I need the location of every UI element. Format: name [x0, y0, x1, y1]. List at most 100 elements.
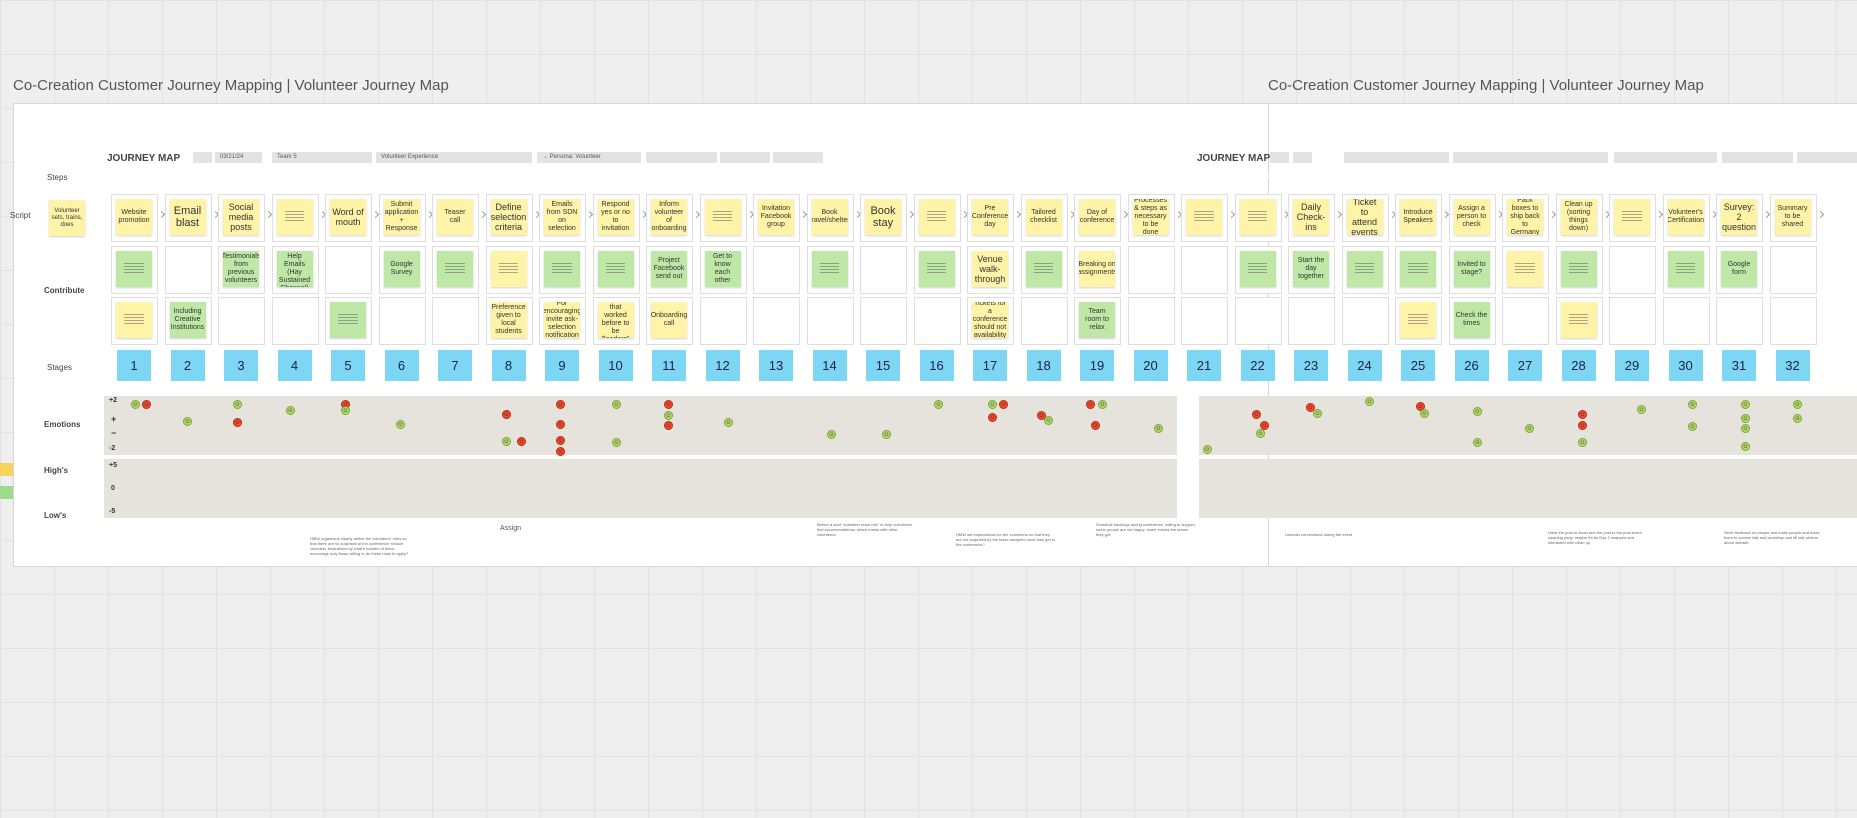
contribute-sticky[interactable]: Get to know each other: [704, 251, 741, 287]
offscreen-sticky[interactable]: [0, 463, 13, 476]
grid-cell[interactable]: [806, 297, 854, 345]
sad-face-icon[interactable]: ☺: [502, 410, 511, 419]
sad-face-icon[interactable]: ☺: [233, 418, 242, 427]
happy-face-icon[interactable]: ☺: [1473, 438, 1482, 447]
script-sticky-20[interactable]: Processes & steps as necessary to be don…: [1132, 199, 1169, 235]
script-sticky-17[interactable]: Pre Conference day: [972, 199, 1008, 235]
stage-19[interactable]: 19: [1080, 350, 1114, 381]
grid-cell[interactable]: [164, 246, 212, 294]
script-sticky-26[interactable]: Assign a person to check: [1453, 199, 1490, 235]
stage-2[interactable]: 2: [170, 350, 205, 381]
happy-face-icon[interactable]: ☺: [1637, 405, 1646, 414]
happy-face-icon[interactable]: ☺: [1741, 400, 1750, 409]
happy-face-icon[interactable]: ☺: [1154, 424, 1163, 433]
contribute-sticky[interactable]: [1667, 251, 1704, 287]
script-sticky-2[interactable]: Email blast: [169, 199, 206, 235]
header-date[interactable]: 03/21/24: [215, 152, 262, 163]
frame-title-right[interactable]: Co-Creation Customer Journey Mapping | V…: [1268, 77, 1704, 94]
happy-face-icon[interactable]: ☺: [882, 430, 891, 439]
emotions-band-left[interactable]: [104, 396, 1177, 455]
stage-10[interactable]: 10: [598, 350, 633, 381]
stage-4[interactable]: 4: [277, 350, 312, 381]
stage-31[interactable]: 31: [1722, 350, 1756, 381]
grid-cell[interactable]: [1181, 297, 1228, 345]
contribute-sticky[interactable]: [811, 251, 848, 287]
happy-face-icon[interactable]: ☺: [396, 420, 405, 429]
stage-8[interactable]: 8: [491, 350, 526, 381]
script-sticky-3[interactable]: Social media posts: [223, 199, 259, 235]
contribute-sticky[interactable]: Breaking on assignments: [1079, 251, 1115, 287]
stage-25[interactable]: 25: [1401, 350, 1435, 381]
grid-cell[interactable]: [1769, 246, 1817, 294]
sad-face-icon[interactable]: ☺: [1091, 421, 1100, 430]
contribute-sticky[interactable]: [1560, 302, 1597, 338]
grid-cell[interactable]: [1234, 297, 1282, 345]
happy-face-icon[interactable]: ☺: [183, 417, 192, 426]
stage-1[interactable]: 1: [117, 350, 151, 381]
happy-face-icon[interactable]: ☺: [1688, 422, 1697, 431]
contribute-sticky[interactable]: [918, 251, 955, 287]
contribute-sticky[interactable]: Venue walk-through: [972, 251, 1008, 287]
happy-face-icon[interactable]: ☺: [1365, 397, 1374, 406]
script-sticky-14[interactable]: Book travel/shelter: [811, 199, 848, 235]
stage-30[interactable]: 30: [1668, 350, 1703, 381]
stage-13[interactable]: 13: [759, 350, 793, 381]
frame-title-left[interactable]: Co-Creation Customer Journey Mapping | V…: [13, 77, 449, 94]
script-sticky-24[interactable]: Ticket to attend events: [1346, 199, 1383, 235]
script-sticky-5[interactable]: Word of mouth: [330, 199, 366, 235]
script-sticky-29[interactable]: [1614, 199, 1650, 235]
contribute-sticky[interactable]: Onboarding call: [651, 302, 687, 338]
header-persona[interactable]: → Persona: Volunteer: [537, 152, 641, 163]
contribute-sticky[interactable]: [1025, 251, 1062, 287]
grid-cell[interactable]: [325, 246, 372, 294]
contribute-sticky[interactable]: [116, 251, 152, 287]
stage-7[interactable]: 7: [438, 350, 472, 381]
contribute-sticky[interactable]: For encouraging invite ask-selection not…: [544, 302, 580, 338]
contribute-sticky[interactable]: [597, 251, 634, 287]
contribute-sticky[interactable]: [1400, 251, 1436, 287]
script-sticky-4[interactable]: [276, 199, 313, 235]
sad-face-icon[interactable]: ☺: [1578, 421, 1587, 430]
script-sticky-32[interactable]: Summary to be shared: [1774, 199, 1811, 235]
grid-cell[interactable]: [913, 297, 961, 345]
contribute-sticky[interactable]: Including Creative Institutions: [169, 302, 206, 338]
stage-32[interactable]: 32: [1775, 350, 1810, 381]
stage-12[interactable]: 12: [705, 350, 740, 381]
contribute-sticky[interactable]: Invited to stage?: [1453, 251, 1490, 287]
script-sticky-21[interactable]: [1186, 199, 1222, 235]
contribute-sticky[interactable]: [437, 251, 473, 287]
grid-cell[interactable]: [1020, 297, 1068, 345]
grid-cell[interactable]: [753, 246, 800, 294]
grid-cell[interactable]: [1609, 297, 1656, 345]
happy-face-icon[interactable]: ☺: [341, 406, 350, 415]
script-sticky-13[interactable]: Invitation Facebook group: [758, 199, 794, 235]
script-sticky-16[interactable]: [918, 199, 955, 235]
sad-face-icon[interactable]: ☺: [1578, 410, 1587, 419]
grid-cell[interactable]: [432, 297, 479, 345]
happy-face-icon[interactable]: ☺: [1688, 400, 1697, 409]
happy-face-icon[interactable]: ☺: [1256, 429, 1265, 438]
grid-cell[interactable]: [271, 297, 319, 345]
contribute-sticky[interactable]: Start the day together: [1293, 251, 1329, 287]
stage-22[interactable]: 22: [1240, 350, 1275, 381]
contribute-sticky[interactable]: Have volunteers that worked before to be…: [597, 302, 634, 338]
stage-17[interactable]: 17: [973, 350, 1007, 381]
happy-face-icon[interactable]: ☺: [612, 438, 621, 447]
happy-face-icon[interactable]: ☺: [827, 430, 836, 439]
header-team[interactable]: Team 5: [272, 152, 372, 163]
stage-11[interactable]: 11: [652, 350, 686, 381]
sad-face-icon[interactable]: ☺: [517, 437, 526, 446]
script-sticky-12[interactable]: [704, 199, 741, 235]
stage-6[interactable]: 6: [384, 350, 419, 381]
contribute-sticky[interactable]: Check the times: [1453, 302, 1490, 338]
contribute-sticky[interactable]: [330, 302, 366, 338]
grid-cell[interactable]: [1609, 246, 1656, 294]
contribute-sticky[interactable]: Tickets for a conference should not avai…: [972, 302, 1008, 338]
script-sticky-8[interactable]: Define selection criteria: [490, 199, 527, 235]
sad-face-icon[interactable]: ☺: [664, 421, 673, 430]
happy-face-icon[interactable]: ☺: [1098, 400, 1107, 409]
grid-cell[interactable]: [1181, 246, 1228, 294]
sad-face-icon[interactable]: ☺: [556, 447, 565, 456]
grid-cell[interactable]: [1341, 297, 1389, 345]
script-sticky-19[interactable]: Day of conference: [1079, 199, 1115, 235]
